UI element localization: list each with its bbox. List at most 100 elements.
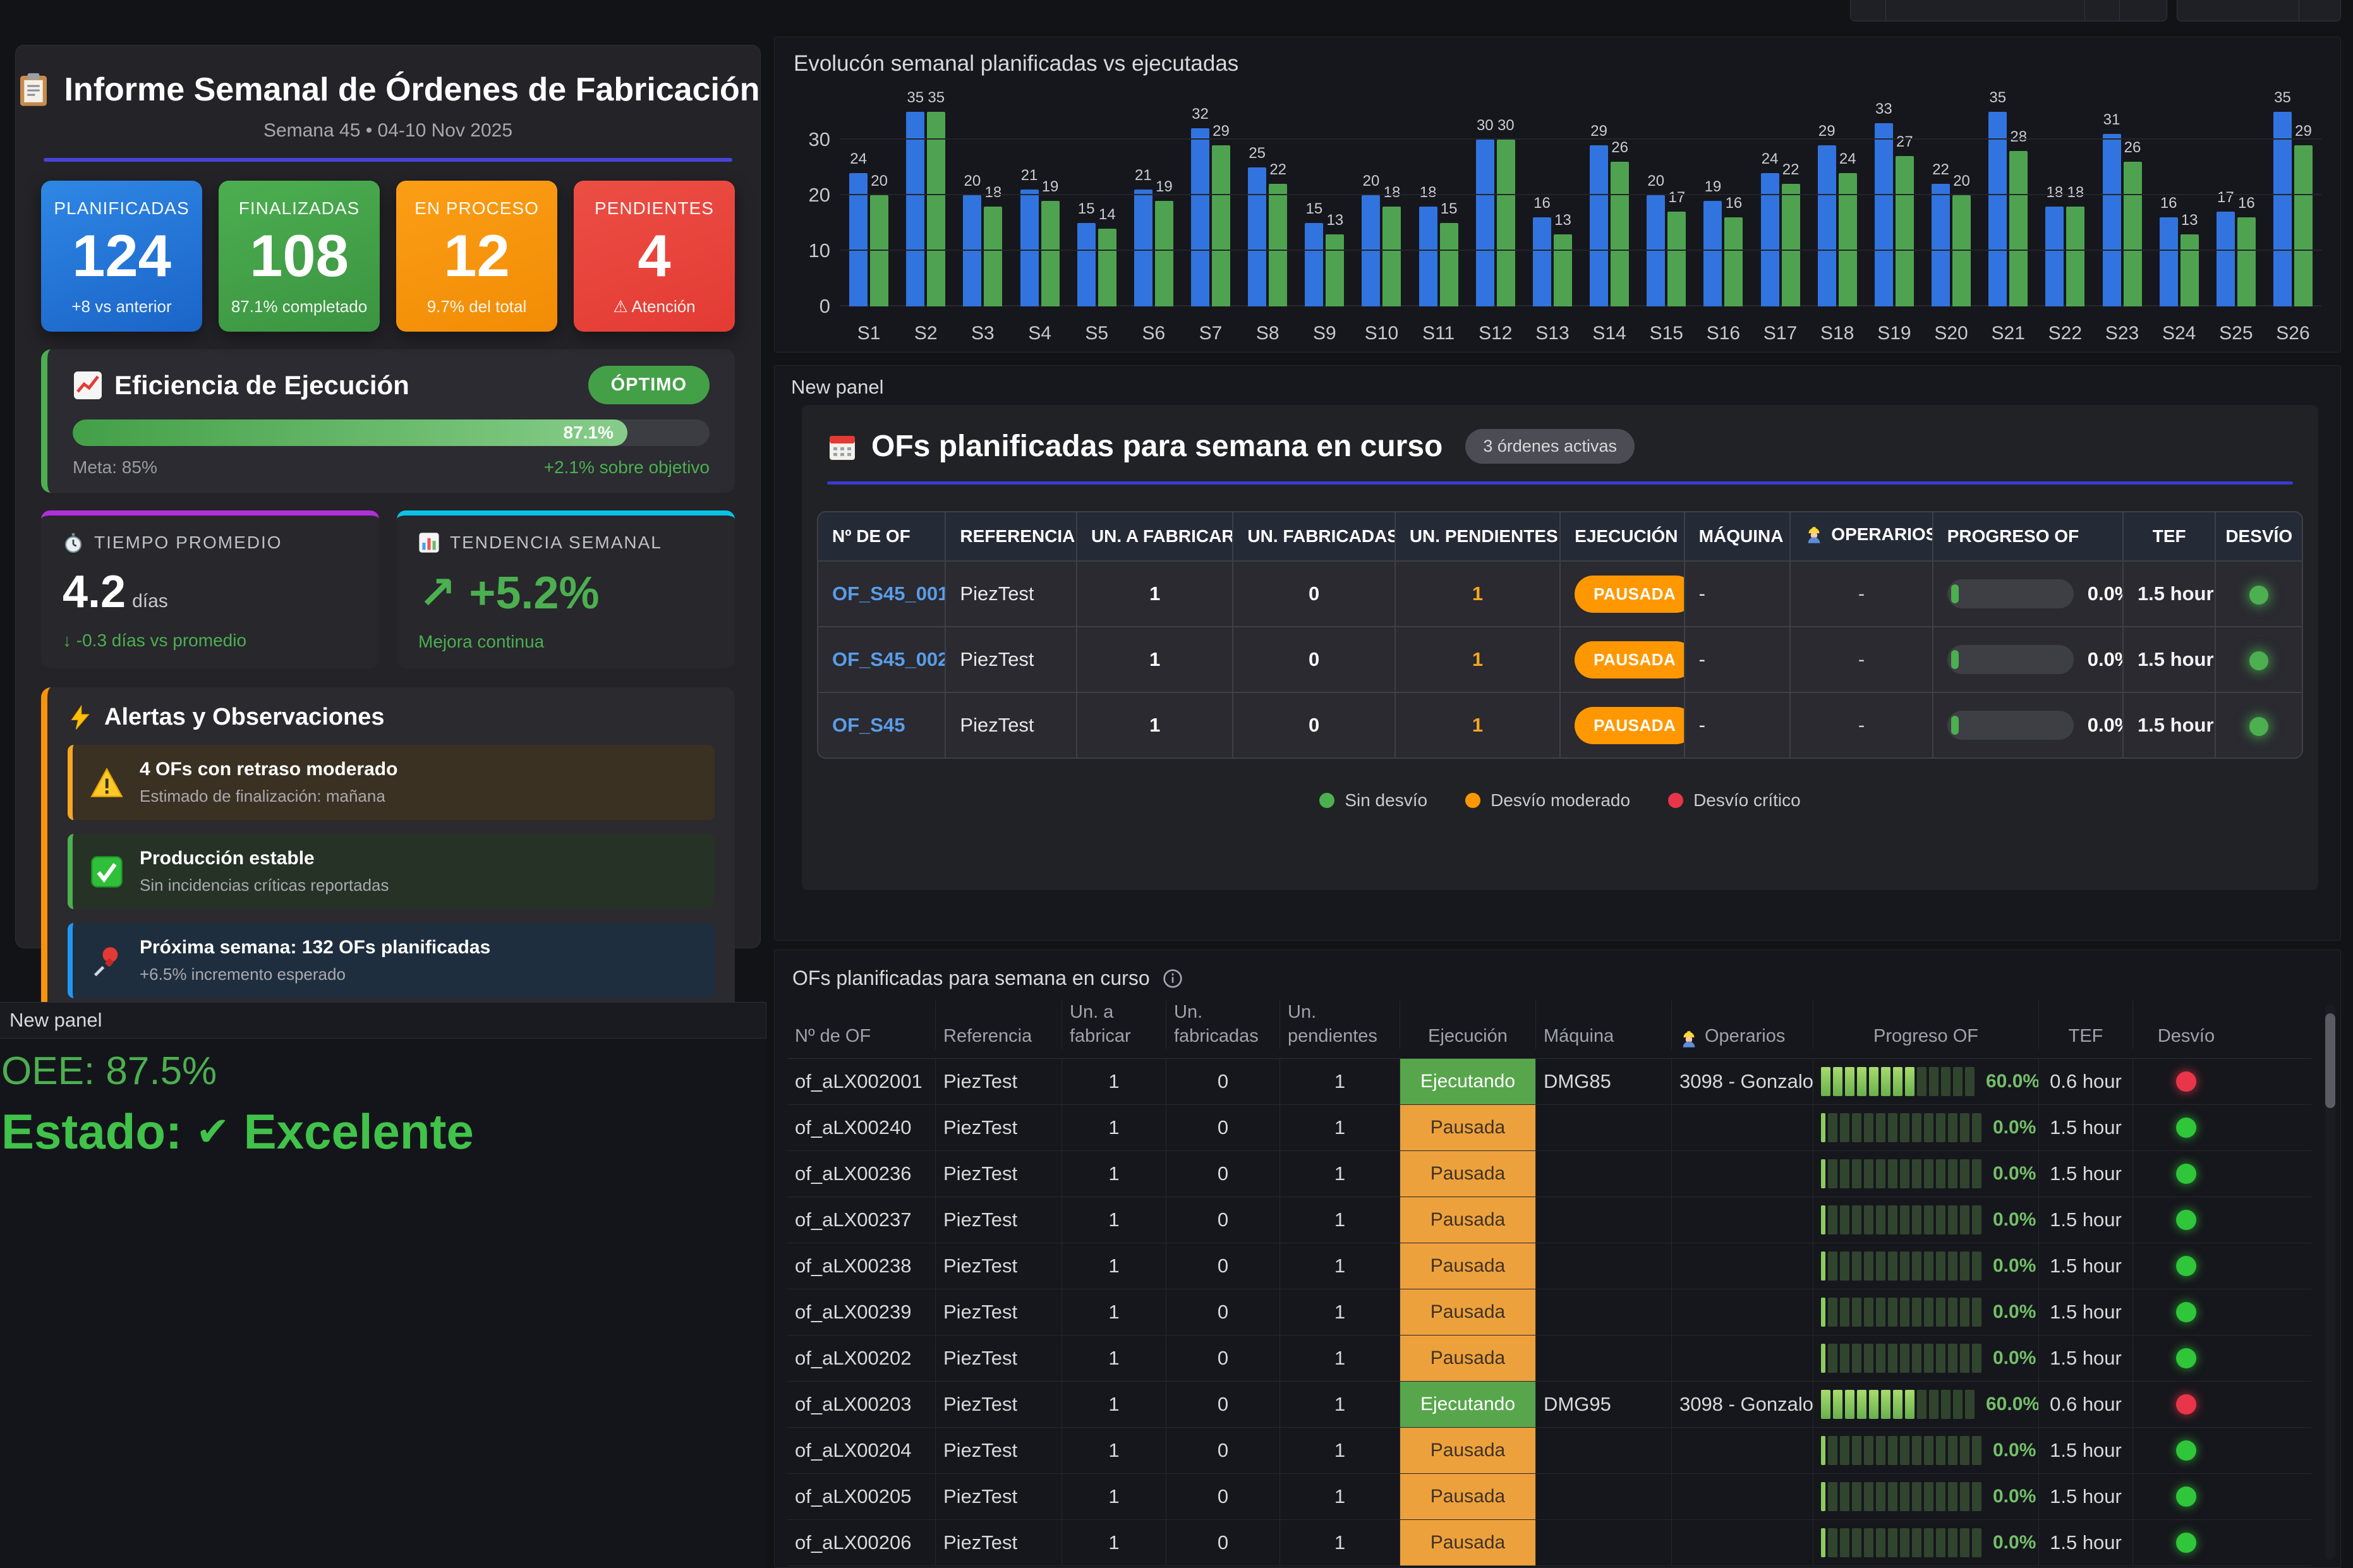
cell-a-fabricar: 1 <box>1077 627 1233 693</box>
panel-title[interactable]: New panel <box>9 1009 102 1032</box>
bar-value-label: 18 <box>1420 184 1437 202</box>
toolbar-button[interactable] <box>2177 0 2299 21</box>
cell-maquina: - <box>1685 562 1791 627</box>
cell-progreso: 0.0% <box>1813 1289 2039 1335</box>
bar-value-label: 20 <box>1363 172 1380 190</box>
ofs-detail-table: Nº de OFReferenciaUn. a fabricarUn. fabr… <box>787 1001 2311 1567</box>
vertical-scrollbar[interactable] <box>2325 1004 2335 1560</box>
cell-tef: 1.5 hour <box>2039 1289 2133 1335</box>
progress-value: 0.0% <box>1993 1486 2036 1507</box>
progress-value: 0.0% <box>1993 1440 2036 1461</box>
cell-referencia: PiezTest <box>936 1243 1062 1289</box>
cell-pendientes: 1 <box>1280 1520 1400 1565</box>
chart-bars: 2420S13535S22018S32119S41514S52119S63229… <box>840 107 2321 306</box>
bar-value-label: 18 <box>2047 184 2064 202</box>
chart-group-S2: 3535S2 <box>897 107 954 306</box>
bar-ejecutadas: 15 <box>1440 223 1458 306</box>
deviation-dot <box>2176 1394 2196 1414</box>
cell-of: of_aLX00202 <box>787 1336 936 1381</box>
column-header: Ejecución <box>1400 1001 1536 1049</box>
alert-title: 4 OFs con retraso moderado <box>140 759 397 780</box>
scrollbar-thumb[interactable] <box>2325 1013 2335 1108</box>
progress-value: 60.0% <box>1986 1071 2039 1092</box>
kpi-label: EN PROCESO <box>400 198 553 219</box>
avg-time-header: TIEMPO PROMEDIO <box>63 532 358 553</box>
cell-ejecucion: PAUSADA <box>1561 562 1685 627</box>
chart-group-S6: 2119S6 <box>1125 107 1182 306</box>
estado-cell: Ejecutando <box>1400 1059 1535 1104</box>
bar-value-label: 16 <box>1726 195 1743 212</box>
chart-group-S10: 2018S10 <box>1353 107 1410 306</box>
bar-ejecutadas: 26 <box>1611 162 1629 306</box>
weekly-evolution-chart-panel: Evolucón semanal planificadas vs ejecuta… <box>774 37 2341 353</box>
toolbar-button[interactable] <box>2299 0 2340 21</box>
cell-maquina <box>1536 1197 1672 1243</box>
bar-ejecutadas: 13 <box>1326 234 1344 306</box>
cell-pendientes: 1 <box>1280 1059 1400 1104</box>
bar-value-label: 27 <box>1896 133 1913 151</box>
column-header: TEF <box>2124 512 2217 562</box>
info-icon[interactable] <box>1163 968 1183 989</box>
bar-value-label: 35 <box>1989 89 2006 107</box>
estado-cell: Pausada <box>1400 1289 1535 1335</box>
bar-value-label: 18 <box>985 184 1002 202</box>
cell-operarios <box>1672 1428 1813 1473</box>
cell-progreso: 0.0% <box>1813 1243 2039 1289</box>
chart-group-S20: 2220S20 <box>1923 107 1980 306</box>
toolbar-button[interactable] <box>2085 0 2120 21</box>
cell-desvio <box>2133 1474 2239 1519</box>
of-link[interactable]: OF_S45_002 <box>832 648 946 670</box>
column-header: Un. fabricadas <box>1166 1001 1280 1049</box>
efficiency-title: Eficiencia de Ejecución <box>114 370 409 401</box>
alerts-list: 4 OFs con retraso moderadoEstimado de fi… <box>68 745 715 998</box>
cell-progreso: 0.0% <box>1813 1197 2039 1243</box>
heading-divider <box>827 481 2293 485</box>
alert-title: Producción estable <box>140 848 389 869</box>
chart-group-S18: 2924S18 <box>1809 107 1866 306</box>
panel-title[interactable]: New panel <box>791 376 883 399</box>
cell-of: OF_S45 <box>818 693 946 757</box>
cell-referencia: PiezTest <box>946 627 1077 693</box>
panel-title-row: OFs planificadas para semana en curso <box>792 967 1183 990</box>
x-axis-label: S11 <box>1422 323 1455 344</box>
kpi-note: ⚠ Atención <box>578 297 731 317</box>
bar-value-label: 13 <box>1554 212 1571 229</box>
trend-card: TENDENCIA SEMANAL ↗ +5.2% Mejora continu… <box>397 510 735 668</box>
progress-value: 0.0% <box>1993 1255 2036 1277</box>
bar-planificadas: 16 <box>2160 217 2178 306</box>
toolbar-search-box[interactable] <box>1886 0 2085 21</box>
cell-progreso: 0.0% <box>1933 562 2124 627</box>
x-axis-label: S3 <box>971 323 995 344</box>
chart-group-S22: 1818S22 <box>2036 107 2093 306</box>
chart-title[interactable]: Evolucón semanal planificadas vs ejecuta… <box>794 51 1238 76</box>
cell-operarios <box>1672 1520 1813 1565</box>
cell-ejecucion: Pausada <box>1400 1520 1536 1565</box>
of-link[interactable]: OF_S45 <box>832 714 905 736</box>
bar-ejecutadas: 20 <box>870 195 888 306</box>
x-axis-label: S5 <box>1085 323 1108 344</box>
alerts-card: Alertas y Observaciones 4 OFs con retras… <box>41 687 735 1016</box>
efficiency-progress-fill: 87.1% <box>73 419 627 446</box>
chart-group-S8: 2522S8 <box>1239 107 1296 306</box>
of-link[interactable]: OF_S45_001 <box>832 582 946 605</box>
cell-progreso: 0.0% <box>1933 627 2124 693</box>
cell-operarios <box>1672 1243 1813 1289</box>
efficiency-percent: 87.1% <box>564 423 614 443</box>
cell-referencia: PiezTest <box>936 1197 1062 1243</box>
y-axis-tick: 20 <box>786 184 830 207</box>
cell-tef: 0.6 hour <box>2039 1059 2133 1104</box>
column-header: EJECUCIÓN <box>1561 512 1685 562</box>
chart-group-S14: 2926S14 <box>1581 107 1638 306</box>
x-axis-label: S10 <box>1365 323 1398 344</box>
progress-bar <box>1821 1067 1975 1096</box>
panel-title-bar[interactable]: New panel <box>0 1002 766 1039</box>
cell-fabricadas: 0 <box>1233 693 1395 757</box>
bar-value-label: 18 <box>2067 184 2084 202</box>
panel-title[interactable]: OFs planificadas para semana en curso <box>792 967 1150 990</box>
bar-planificadas: 29 <box>1590 145 1608 306</box>
cell-desvio <box>2133 1105 2239 1150</box>
toolbar-button[interactable] <box>2120 0 2167 21</box>
x-axis-label: S12 <box>1479 323 1512 344</box>
toolbar-button[interactable] <box>1851 0 1886 21</box>
legend-dot <box>1465 793 1480 808</box>
